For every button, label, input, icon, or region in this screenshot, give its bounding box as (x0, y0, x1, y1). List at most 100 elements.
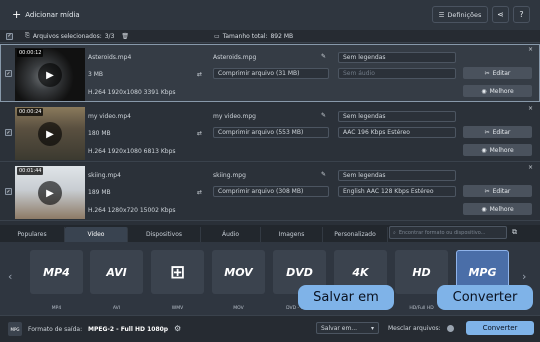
enhance-button[interactable]: ◉ Melhore (463, 144, 532, 156)
file-name: Asteroids.mp4 (88, 54, 132, 61)
scissors-icon: ✂ (484, 128, 490, 136)
compress-dropdown[interactable]: Comprimir arquivo (31 MB) (213, 68, 329, 79)
remove-file-icon[interactable]: × (528, 46, 533, 53)
enhance-label: Melhore (489, 205, 514, 213)
format-search-input[interactable]: ⌕ Encontrar formato ou dispositivo... (389, 226, 507, 239)
search-placeholder: Encontrar formato ou dispositivo... (398, 229, 486, 236)
edit-button[interactable]: ✂ Editar (463, 126, 532, 138)
search-icon: ⌕ (393, 229, 396, 236)
output-file-name: skiing.mpg (213, 172, 246, 179)
merge-toggle[interactable] (447, 325, 454, 332)
collapse-panel-icon[interactable]: ⧉ (512, 228, 517, 237)
add-media-button[interactable]: + Adicionar mídia (6, 6, 86, 23)
total-size-value: 892 MB (270, 32, 294, 40)
subtitles-label: Sem legendas (343, 113, 386, 120)
format-settings-icon[interactable]: ⚙ (174, 324, 181, 333)
edit-name-icon[interactable]: ✎ (321, 53, 326, 60)
tab-label: Vídeo (87, 231, 105, 238)
help-button[interactable]: ? (513, 6, 530, 23)
tab-audio[interactable]: Áudio (201, 227, 261, 242)
duration: 00:00:12 (17, 49, 44, 57)
file-codec: H.264 1920x1080 6813 Kbps (88, 148, 176, 155)
format-avi[interactable]: AVI (90, 250, 143, 294)
format-label: MP4 (51, 306, 62, 311)
file-name: my video.mp4 (88, 113, 131, 120)
convert-button[interactable]: Converter (466, 321, 534, 335)
scissors-icon: ✂ (484, 69, 490, 77)
file-size: 189 MB (88, 189, 111, 196)
scroll-left-icon[interactable]: ‹ (8, 270, 12, 283)
tooltip-label: Converter (452, 290, 518, 305)
output-format-value: MPEG-2 - Full HD 1080p (88, 326, 169, 333)
enhance-button[interactable]: ◉ Melhore (463, 85, 532, 97)
edit-button[interactable]: ✂ Editar (463, 185, 532, 197)
tab-images[interactable]: Imagens (261, 227, 323, 242)
audio-dropdown[interactable]: AAC 196 Kbps Estéreo (338, 127, 456, 138)
tab-label: Áudio (221, 231, 240, 238)
share-icon: ⋖ (497, 10, 504, 19)
tab-devices[interactable]: Dispositivos (128, 227, 201, 242)
format-logo: DVD (286, 265, 313, 279)
subtitles-dropdown[interactable]: Sem legendas (338, 52, 456, 63)
select-all-checkbox[interactable]: ✓ (6, 32, 13, 40)
tab-label: Imagens (278, 231, 305, 238)
edit-name-icon[interactable]: ✎ (321, 171, 326, 178)
row-checkbox[interactable]: ✓ (5, 188, 12, 195)
audio-dropdown[interactable]: Sem áudio (338, 68, 456, 79)
video-thumbnail[interactable]: 00:01:44 ▶ (15, 166, 85, 219)
windows-logo-icon: ⊞ (169, 261, 186, 283)
tab-popular[interactable]: Populares (0, 227, 65, 242)
play-icon[interactable]: ▶ (38, 122, 62, 146)
subtitles-dropdown[interactable]: Sem legendas (338, 111, 456, 122)
format-logo: MP4 (43, 265, 70, 279)
video-thumbnail[interactable]: 00:00:24 ▶ (15, 107, 85, 160)
remove-file-icon[interactable]: × (528, 164, 533, 171)
format-label: WMV (171, 306, 184, 311)
chevron-down-icon: ▾ (370, 324, 374, 332)
audio-dropdown[interactable]: English AAC 128 Kbps Estéreo (338, 186, 456, 197)
add-media-label: Adicionar mídia (25, 10, 80, 19)
trash-icon[interactable]: 🗑 (121, 33, 129, 40)
compress-dropdown[interactable]: Comprimir arquivo (553 MB) (213, 127, 329, 138)
format-logo: MPG (468, 265, 497, 279)
disk-icon: ▭ (214, 32, 220, 40)
selected-label: Arquivos selecionados: (32, 32, 102, 40)
row-checkbox[interactable]: ✓ (5, 129, 12, 136)
tab-video[interactable]: Vídeo (65, 227, 128, 242)
audio-label: Sem áudio (343, 70, 375, 77)
ai-icon: ◉ (481, 205, 487, 213)
help-icon: ? (519, 10, 524, 19)
audio-label: English AAC 128 Kbps Estéreo (343, 188, 434, 195)
edit-name-icon[interactable]: ✎ (321, 112, 326, 119)
status-bar: ✓ ⎘ Arquivos selecionados: 3/3 🗑 ▭ Taman… (0, 30, 540, 43)
format-wmv[interactable]: ⊞ (151, 250, 204, 294)
share-button[interactable]: ⋖ (492, 6, 509, 23)
format-logo: MOV (224, 265, 253, 279)
tab-custom[interactable]: Personalizado (323, 227, 388, 242)
enhance-label: Melhore (489, 146, 514, 154)
remove-file-icon[interactable]: × (528, 105, 533, 112)
play-icon[interactable]: ▶ (38, 63, 62, 87)
subtitles-dropdown[interactable]: Sem legendas (338, 170, 456, 181)
save-to-dropdown[interactable]: Salvar em... ▾ (316, 322, 379, 334)
scroll-right-icon[interactable]: › (522, 270, 526, 283)
duration: 00:01:44 (17, 167, 44, 175)
compress-dropdown[interactable]: Comprimir arquivo (308 MB) (213, 186, 329, 197)
play-icon[interactable]: ▶ (38, 181, 62, 205)
format-mp4[interactable]: MP4 (30, 250, 83, 294)
ai-icon: ◉ (481, 146, 487, 154)
output-format-icon: MPG (8, 322, 22, 336)
convert-arrow-icon: ⇄ (197, 189, 203, 196)
file-name: skiing.mp4 (88, 172, 121, 179)
settings-button[interactable]: ☰ Definições (432, 6, 488, 23)
sliders-icon: ☰ (438, 10, 445, 19)
format-mov[interactable]: MOV (212, 250, 265, 294)
enhance-button[interactable]: ◉ Melhore (463, 203, 532, 215)
format-label: MOV (233, 306, 244, 311)
row-checkbox[interactable]: ✓ (5, 70, 12, 77)
format-label: AVI (112, 306, 121, 311)
plus-icon: + (12, 8, 22, 21)
convert-label: Converter (482, 324, 518, 332)
video-thumbnail[interactable]: 00:00:12 ▶ (15, 48, 85, 101)
edit-button[interactable]: ✂ Editar (463, 67, 532, 79)
